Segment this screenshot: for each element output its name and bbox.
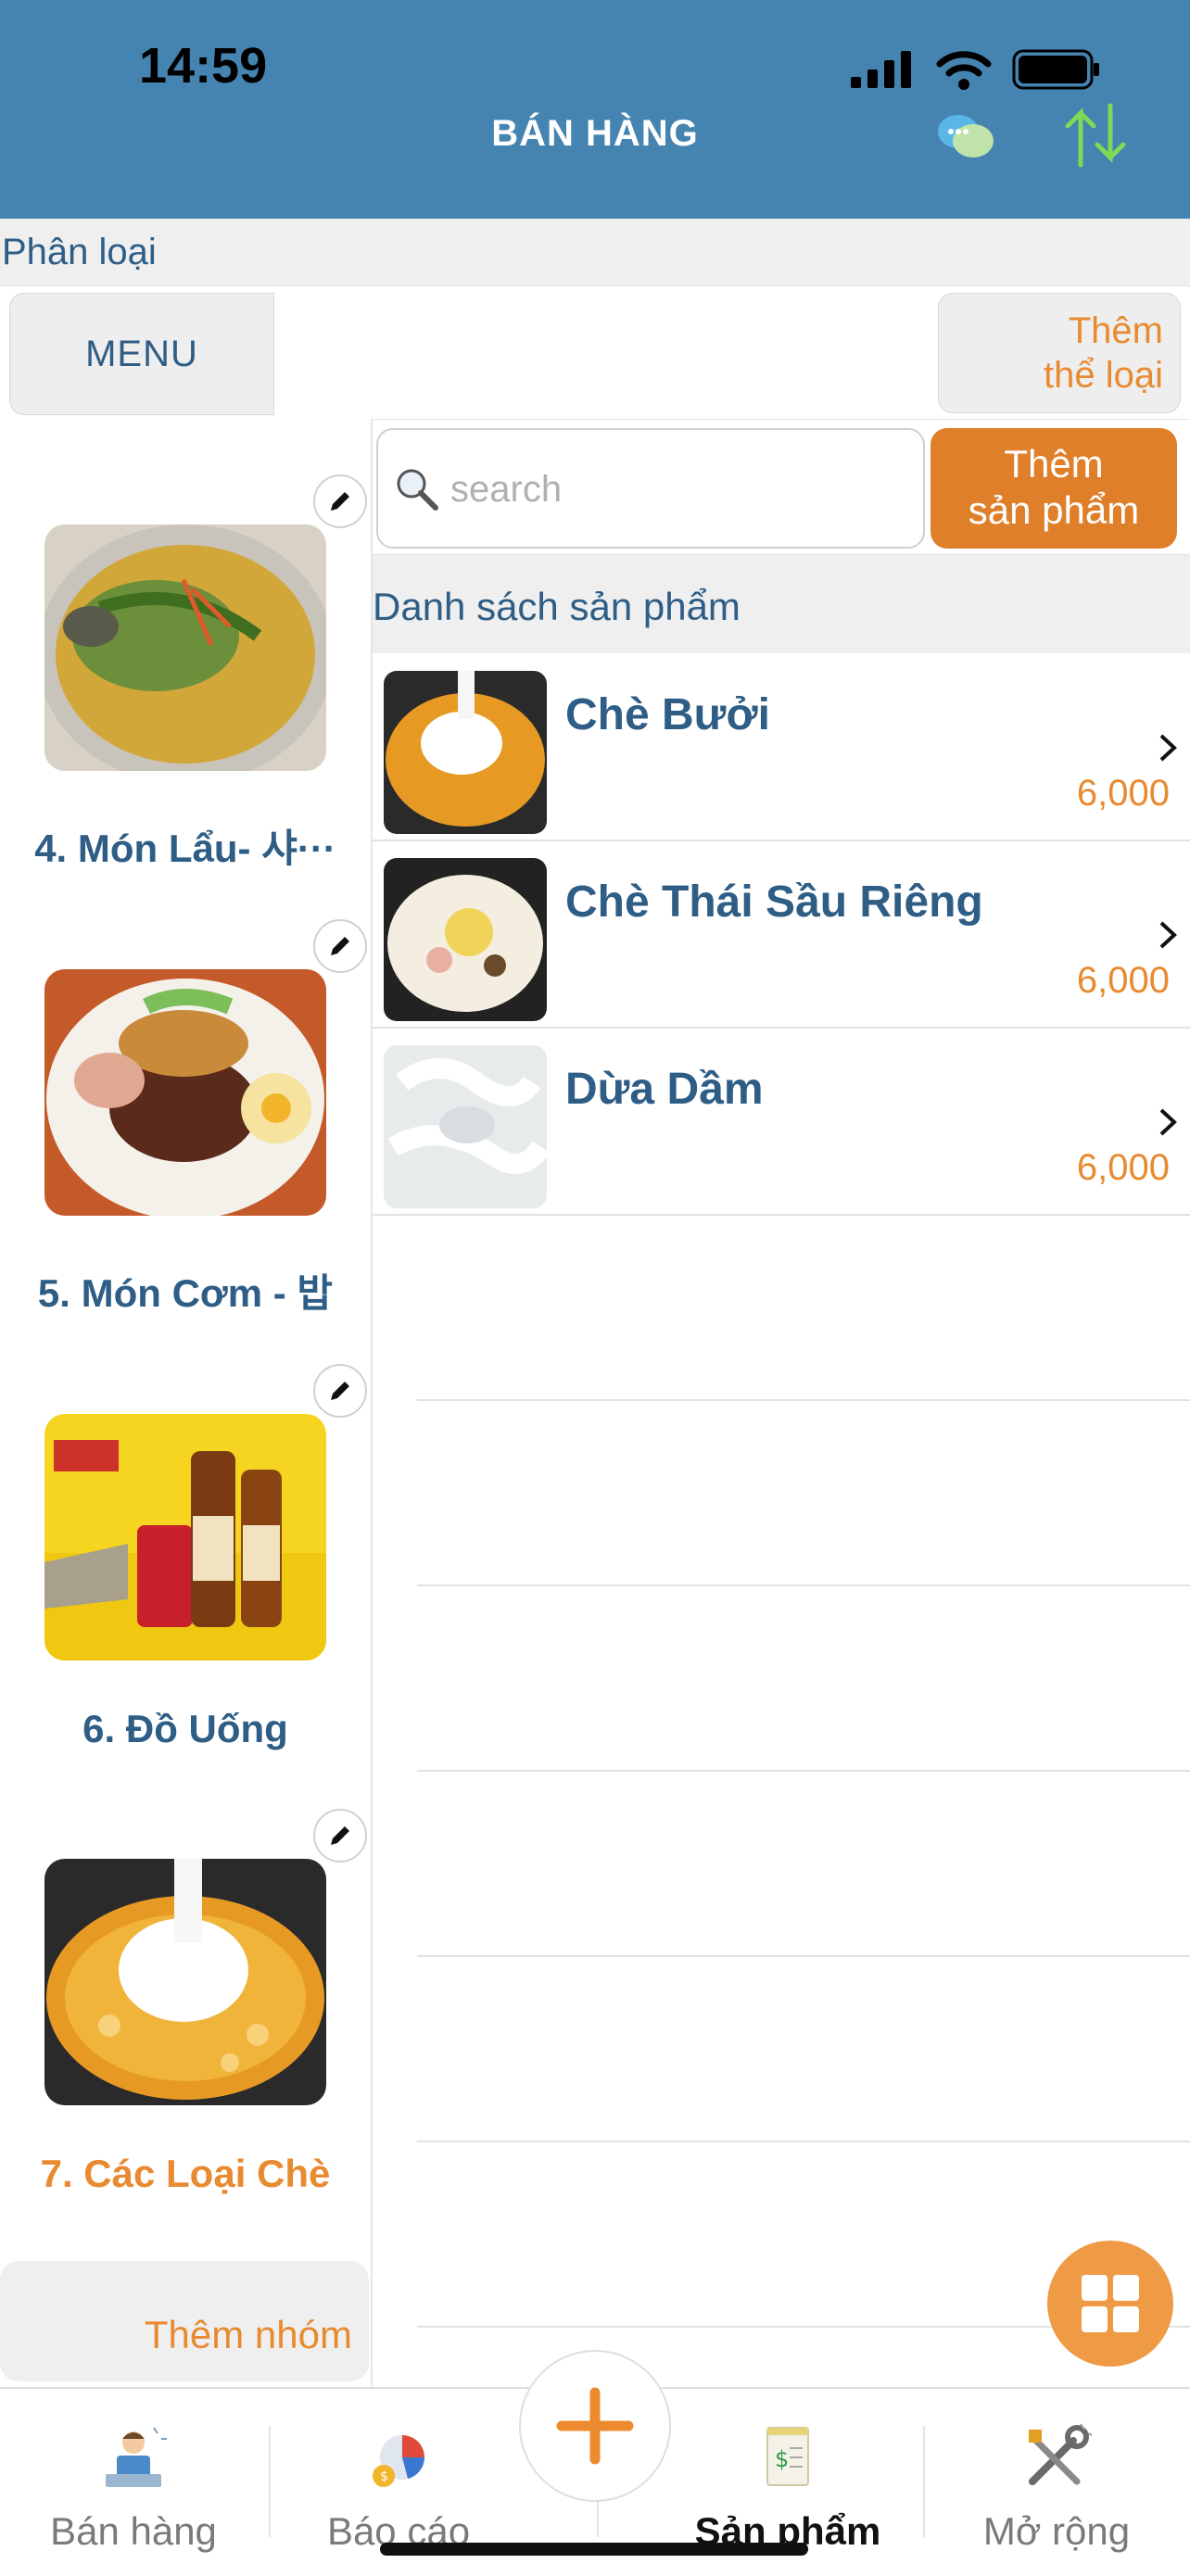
product-name: Chè Thái Sầu Riêng — [565, 878, 983, 927]
che-buoi-photo — [384, 671, 547, 834]
product-row[interactable]: Chè Bưởi 6,000 — [373, 654, 1190, 841]
center-add-button[interactable] — [519, 2350, 671, 2502]
add-product-label-1: Thêm — [1004, 442, 1104, 486]
search-icon — [397, 469, 438, 511]
plus-icon — [556, 2387, 634, 2465]
sync-icon[interactable] — [1057, 96, 1134, 179]
add-group-button[interactable]: Thêm nhóm — [0, 2261, 369, 2381]
product-row[interactable]: Chè Thái Sầu Riêng 6,000 — [373, 841, 1190, 1029]
grid-icon — [1082, 2275, 1139, 2332]
grid-view-button[interactable] — [1047, 2241, 1173, 2367]
product-row[interactable]: Dừa Dầm 6,000 — [373, 1029, 1190, 1216]
category-menu-chip[interactable]: MENU — [9, 293, 274, 415]
svg-text:$: $ — [775, 2446, 789, 2472]
product-panel: Thêm sản phẩm Danh sách sản phẩm Chè Bưở… — [373, 419, 1190, 2387]
list-divider — [417, 1955, 1190, 1957]
dua-dam-photo — [384, 1045, 547, 1208]
battery-icon — [1012, 49, 1099, 90]
status-icons — [849, 48, 1101, 91]
app-header: 14:59 BÁN HÀNG — [0, 0, 1190, 219]
list-divider — [417, 1585, 1190, 1586]
add-category-button[interactable]: Thêm thể loại — [938, 293, 1181, 413]
product-price: 6,000 — [1076, 1147, 1170, 1188]
product-price: 6,000 — [1076, 960, 1170, 1001]
chevron-right-icon — [1159, 1108, 1177, 1136]
cashier-icon — [106, 2427, 167, 2487]
edit-pencil-icon[interactable] — [313, 474, 367, 528]
tools-icon — [1029, 2423, 1093, 2485]
wifi-icon — [936, 51, 992, 90]
group-item[interactable]: 6. Đồ Uống — [0, 1308, 371, 1753]
edit-pencil-icon[interactable] — [313, 919, 367, 973]
che-thai-photo — [384, 858, 547, 1021]
status-time: 14:59 — [139, 38, 268, 94]
product-receipt-icon: $ — [766, 2427, 809, 2486]
group-item[interactable]: 4. Món Lẩu- 샤··· — [0, 419, 371, 870]
tab-label: Bán hàng — [50, 2509, 217, 2553]
beer-photo — [44, 1414, 326, 1661]
chat-icon[interactable] — [936, 109, 995, 170]
search-box[interactable] — [376, 428, 925, 549]
hotpot-fish-photo — [44, 524, 326, 771]
tab-ban-hang[interactable]: Bán hàng — [13, 2389, 254, 2576]
tab-divider — [923, 2426, 925, 2537]
product-price: 6,000 — [1076, 773, 1170, 814]
group-item[interactable]: 5. Món Cơm - 밥 — [0, 864, 371, 1315]
report-chart-icon: $ — [373, 2435, 424, 2487]
section-bar: Phân loại — [0, 219, 1190, 286]
tab-mo-rong[interactable]: Mở rộng — [936, 2389, 1177, 2576]
group-list: 4. Món Lẩu- 샤··· 5. Món Cơm - 밥 6. Đồ Uố… — [0, 419, 373, 2387]
chevron-right-icon — [1159, 921, 1177, 949]
list-divider — [417, 1399, 1190, 1401]
add-product-button[interactable]: Thêm sản phẩm — [930, 428, 1177, 549]
edit-pencil-icon[interactable] — [313, 1809, 367, 1863]
product-name: Dừa Dầm — [565, 1065, 764, 1114]
category-row: MENU Thêm thể loại — [0, 287, 1190, 420]
group-item[interactable]: 7. Các Loại Chè — [0, 1753, 371, 2198]
section-title: Phân loại — [2, 232, 157, 272]
search-input[interactable] — [449, 458, 916, 521]
home-indicator — [380, 2543, 808, 2556]
chevron-right-icon — [1159, 734, 1177, 762]
add-product-label-2: sản phẩm — [968, 488, 1140, 532]
signal-icon — [851, 51, 911, 88]
list-divider — [417, 1770, 1190, 1772]
product-list-title: Danh sách sản phẩm — [373, 585, 741, 628]
product-list-header: Danh sách sản phẩm — [373, 554, 1190, 653]
tab-divider — [269, 2426, 271, 2537]
add-category-label-1: Thêm — [1068, 310, 1163, 351]
page-title: BÁN HÀNG — [491, 113, 699, 154]
tab-label: Mở rộng — [982, 2509, 1131, 2553]
product-name: Chè Bưởi — [565, 690, 770, 739]
sweet-soup-photo — [44, 1859, 326, 2105]
edit-pencil-icon[interactable] — [313, 1364, 367, 1418]
group-label-active: 7. Các Loại Chè — [40, 2152, 331, 2195]
group-label: 6. Đồ Uống — [82, 1707, 288, 1750]
rice-pork-photo — [44, 969, 326, 1216]
svg-text:$: $ — [380, 2469, 388, 2484]
add-category-label-2: thể loại — [1044, 355, 1163, 396]
list-divider — [417, 2140, 1190, 2142]
